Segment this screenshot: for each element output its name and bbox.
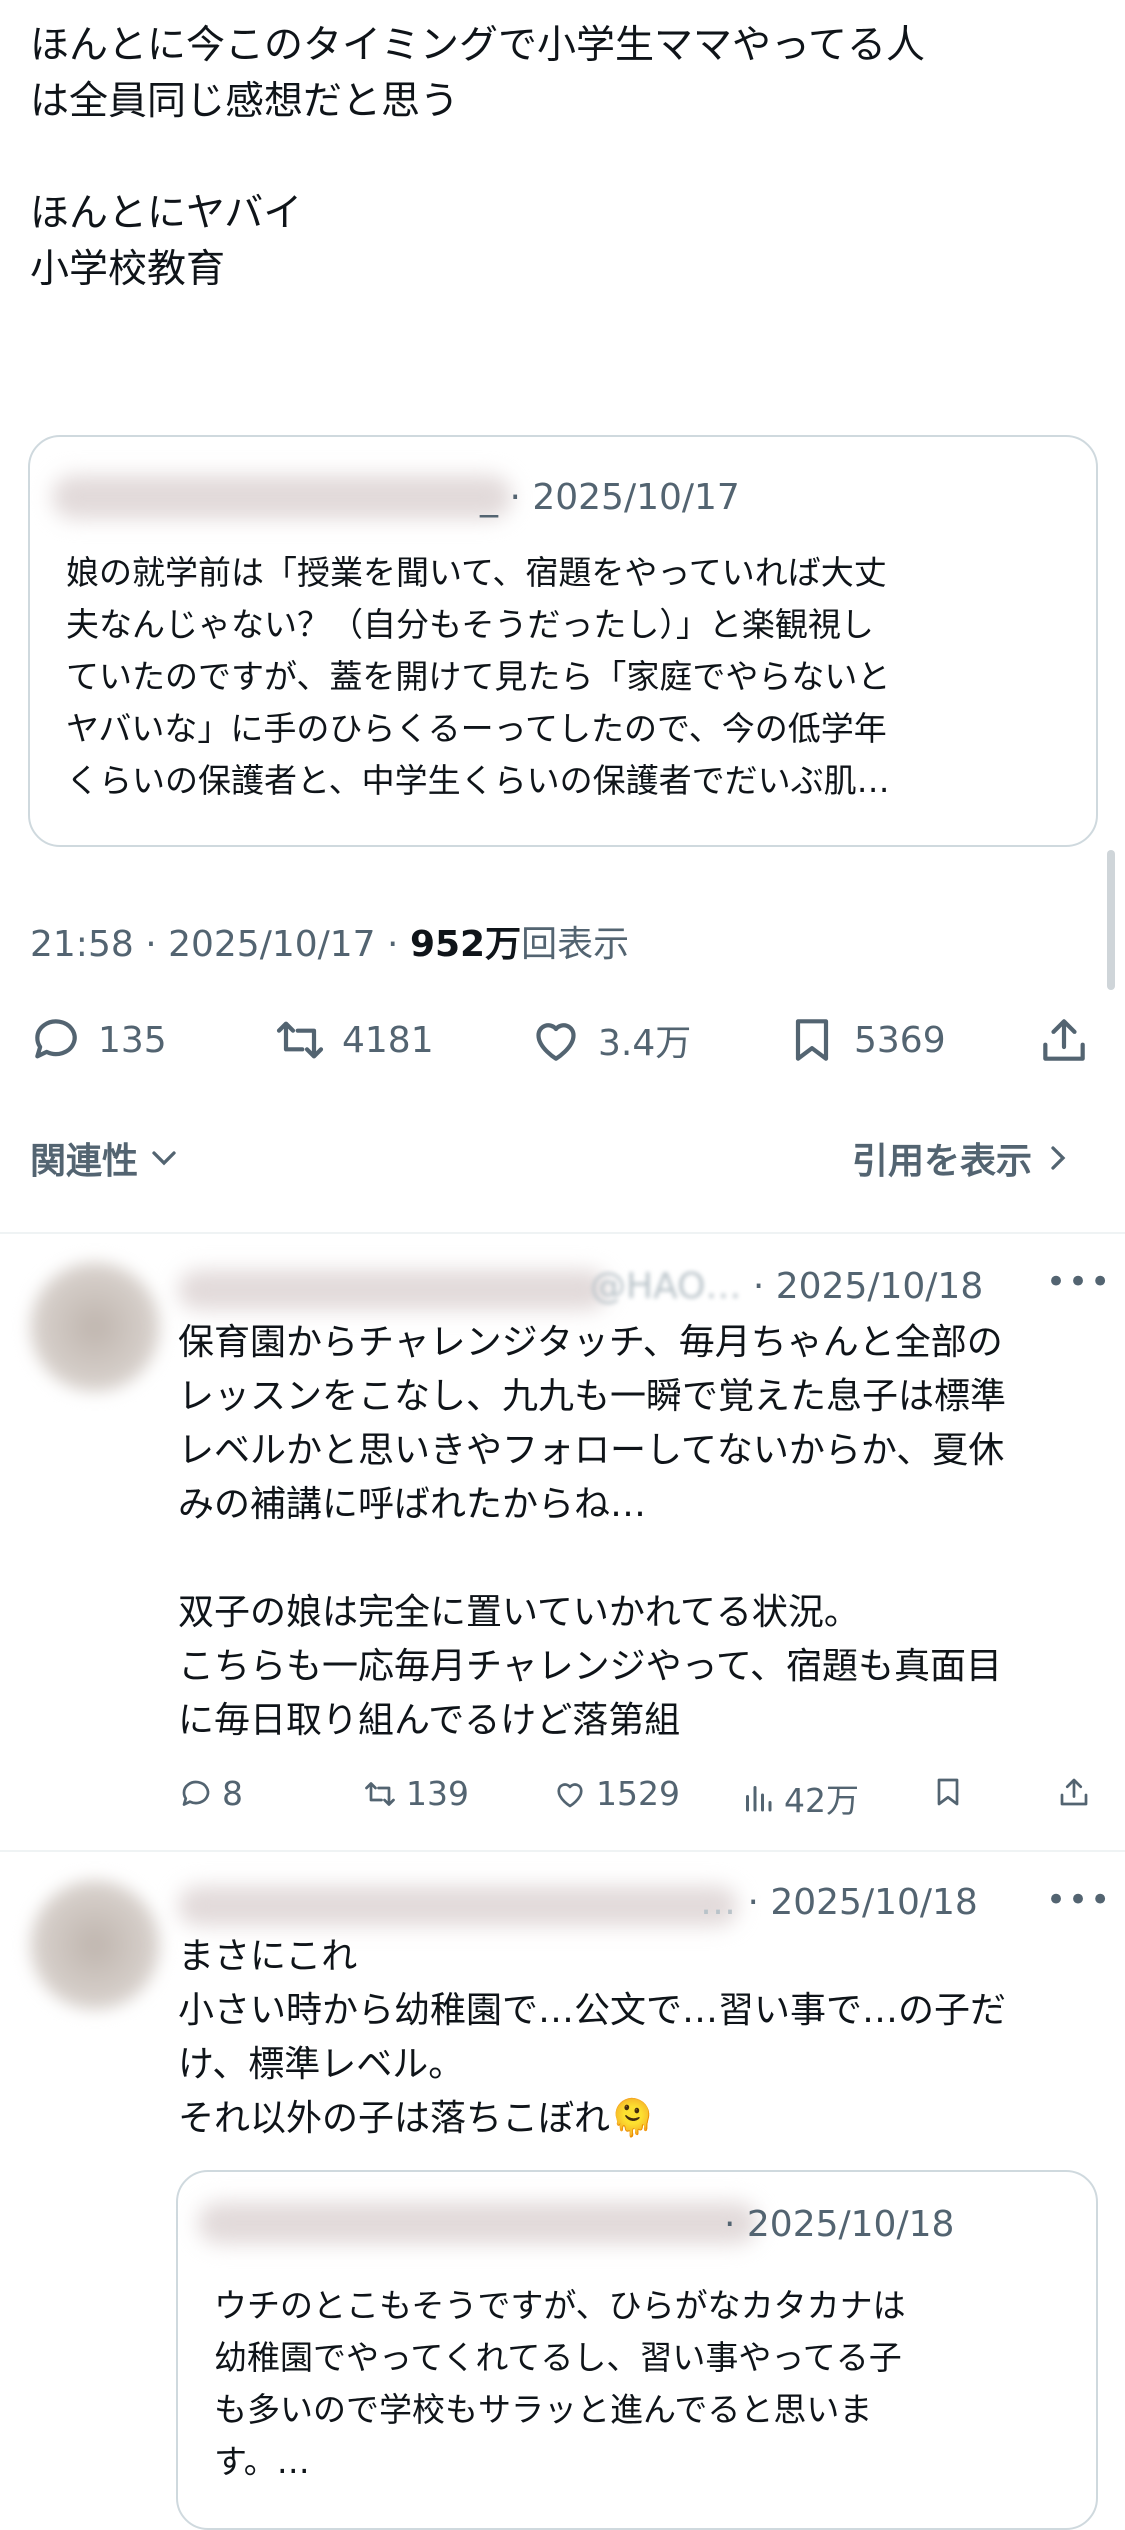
more-icon[interactable]: •••: [1046, 1880, 1112, 1920]
share-button[interactable]: [1036, 1012, 1092, 1068]
bookmark-icon: [795, 1019, 829, 1061]
repost-button[interactable]: 4181: [272, 1012, 434, 1068]
repost-button[interactable]: 139: [362, 1774, 469, 1813]
reply-text: まさにこれ 小さい時から幼稚園で…公文で…習い事で…の子だ け、標準レベル。 そ…: [178, 1936, 1007, 2139]
view-unit: 万: [485, 924, 522, 965]
reply-icon: [182, 1780, 210, 1806]
repost-count: 4181: [342, 1019, 434, 1061]
views-count: 42万: [784, 1781, 859, 1820]
avatar[interactable]: [30, 1262, 160, 1392]
reply-count: 8: [222, 1774, 243, 1813]
share-icon: [1060, 1778, 1088, 1806]
sort-dropdown[interactable]: 関連性: [30, 1132, 184, 1184]
avatar[interactable]: [30, 1880, 160, 2010]
quoted-handle-tail: _: [480, 477, 498, 518]
chevron-right-icon: [1051, 1146, 1066, 1170]
quoted-author-blurred: [198, 2202, 758, 2244]
quoted-post-card[interactable]: · 2025/10/18 ウチのとこもそうですが、ひらがなカタカナは 幼稚園でや…: [176, 2170, 1098, 2530]
repost-icon: [365, 1781, 395, 1806]
reply-button[interactable]: 135: [28, 1012, 167, 1068]
reply-author-blurred: [178, 1886, 738, 1926]
divider: [0, 1850, 1125, 1852]
view-quotes-label: 引用を表示: [852, 1141, 1033, 1182]
view-quotes-link[interactable]: 引用を表示: [852, 1132, 1078, 1184]
reply-button[interactable]: 8: [178, 1774, 243, 1813]
quoted-author-blurred: [52, 475, 512, 519]
like-count: 3.4万: [598, 1023, 692, 1064]
repost-icon: [276, 1021, 324, 1059]
repost-count: 139: [406, 1774, 469, 1813]
like-count: 1529: [596, 1774, 680, 1813]
like-icon: [557, 1782, 583, 1807]
bookmark-count: 5369: [854, 1019, 946, 1061]
melting-face-emoji: 🫠: [610, 2098, 655, 2139]
reply-author-blurred: [178, 1270, 608, 1310]
bookmark-icon: [937, 1778, 959, 1806]
reply-handle: …: [700, 1882, 736, 1923]
like-icon: [536, 1023, 576, 1061]
view-count: 952: [409, 924, 486, 965]
share-icon: [1043, 1019, 1085, 1061]
quoted-text: ウチのとこもそうですが、ひらがなカタカナは 幼稚園でやってくれてるし、習い事やっ…: [214, 2286, 906, 2481]
quoted-text: 娘の就学前は「授業を聞いて、宿題をやっていれば大丈 夫なんじゃない？（自分もそう…: [66, 553, 891, 800]
like-button[interactable]: 3.4万: [528, 1012, 691, 1068]
views-button[interactable]: 42万: [740, 1774, 859, 1822]
scrollbar[interactable]: [1107, 850, 1115, 990]
chevron-down-icon: [152, 1151, 176, 1166]
reply-date: 2025/10/18: [775, 1266, 984, 1307]
reply-icon: [35, 1019, 77, 1059]
quoted-post-card[interactable]: _ · 2025/10/17 娘の就学前は「授業を聞いて、宿題をやっていれば大丈…: [28, 435, 1098, 847]
quoted-date: 2025/10/18: [746, 2204, 955, 2245]
like-button[interactable]: 1529: [552, 1774, 680, 1813]
views-icon: [746, 1786, 772, 1812]
divider: [0, 1232, 1125, 1234]
quoted-date: 2025/10/17: [532, 477, 740, 518]
view-label: 回表示: [521, 924, 630, 965]
sort-label: 関連性: [30, 1141, 139, 1182]
reply-count: 135: [98, 1019, 167, 1061]
post-time: 21:58: [30, 924, 134, 965]
share-button[interactable]: [1056, 1774, 1092, 1810]
post-meta: 21:58 · 2025/10/17 · 952万回表示: [30, 924, 630, 965]
bookmark-button[interactable]: [930, 1774, 966, 1810]
reply-date: 2025/10/18: [770, 1882, 978, 1923]
post-text: ほんとに今このタイミングで小学生ママやってる人 は全員同じ感想だと思う ほんとに…: [30, 23, 926, 292]
reply-handle: @HAO…: [590, 1266, 742, 1307]
more-icon[interactable]: •••: [1046, 1262, 1112, 1302]
post-date: 2025/10/17: [168, 924, 376, 965]
bookmark-button[interactable]: 5369: [784, 1012, 946, 1068]
reply-text: 保育園からチャレンジタッチ、毎月ちゃんと全部の レッスンをこなし、九九も一瞬で覚…: [178, 1322, 1007, 1741]
